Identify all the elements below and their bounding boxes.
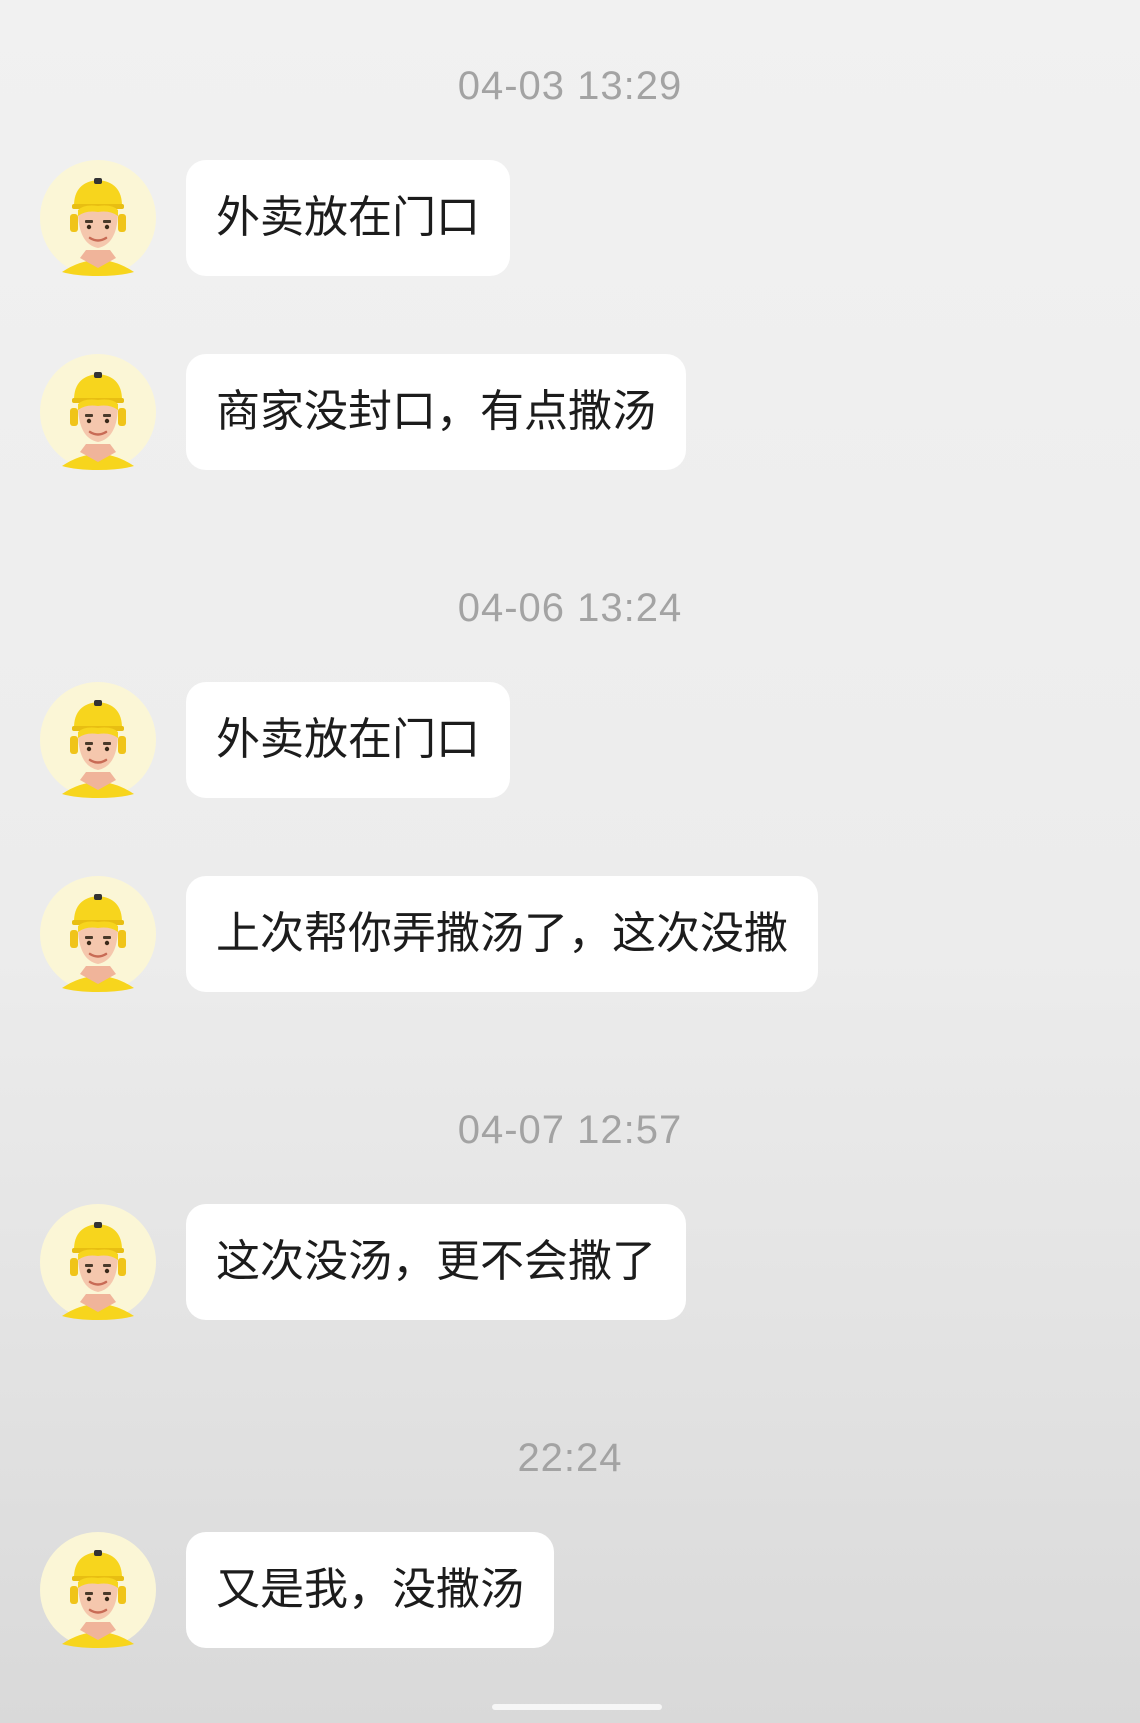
courier-avatar-icon[interactable] (40, 354, 156, 470)
message-bubble[interactable]: 又是我，没撒汤 (186, 1532, 554, 1648)
message-bubble[interactable]: 上次帮你弄撒汤了，这次没撒 (186, 876, 818, 992)
courier-avatar-icon[interactable] (40, 682, 156, 798)
chat-thread: 04-03 13:29 外卖放在门口 商家没封口，有点撒汤 04-06 13:2… (0, 0, 1140, 1723)
message-row: 外卖放在门口 (0, 160, 1140, 276)
timestamp: 04-06 13:24 (457, 586, 683, 630)
courier-avatar-icon[interactable] (40, 876, 156, 992)
courier-avatar-icon[interactable] (40, 160, 156, 276)
courier-avatar-icon[interactable] (40, 1532, 156, 1648)
timestamp: 22:24 (517, 1436, 623, 1480)
timestamp: 04-07 12:57 (457, 1108, 683, 1152)
courier-avatar-icon[interactable] (40, 1204, 156, 1320)
message-row: 外卖放在门口 (0, 682, 1140, 798)
timestamp: 04-03 13:29 (457, 64, 683, 108)
message-row: 商家没封口，有点撒汤 (0, 354, 1140, 470)
home-indicator[interactable] (492, 1704, 662, 1710)
message-row: 这次没汤，更不会撒了 (0, 1204, 1140, 1320)
message-bubble[interactable]: 商家没封口，有点撒汤 (186, 354, 686, 470)
message-row: 上次帮你弄撒汤了，这次没撒 (0, 876, 1140, 992)
message-bubble[interactable]: 外卖放在门口 (186, 160, 510, 276)
message-bubble[interactable]: 外卖放在门口 (186, 682, 510, 798)
message-bubble[interactable]: 这次没汤，更不会撒了 (186, 1204, 686, 1320)
message-row: 又是我，没撒汤 (0, 1532, 1140, 1648)
